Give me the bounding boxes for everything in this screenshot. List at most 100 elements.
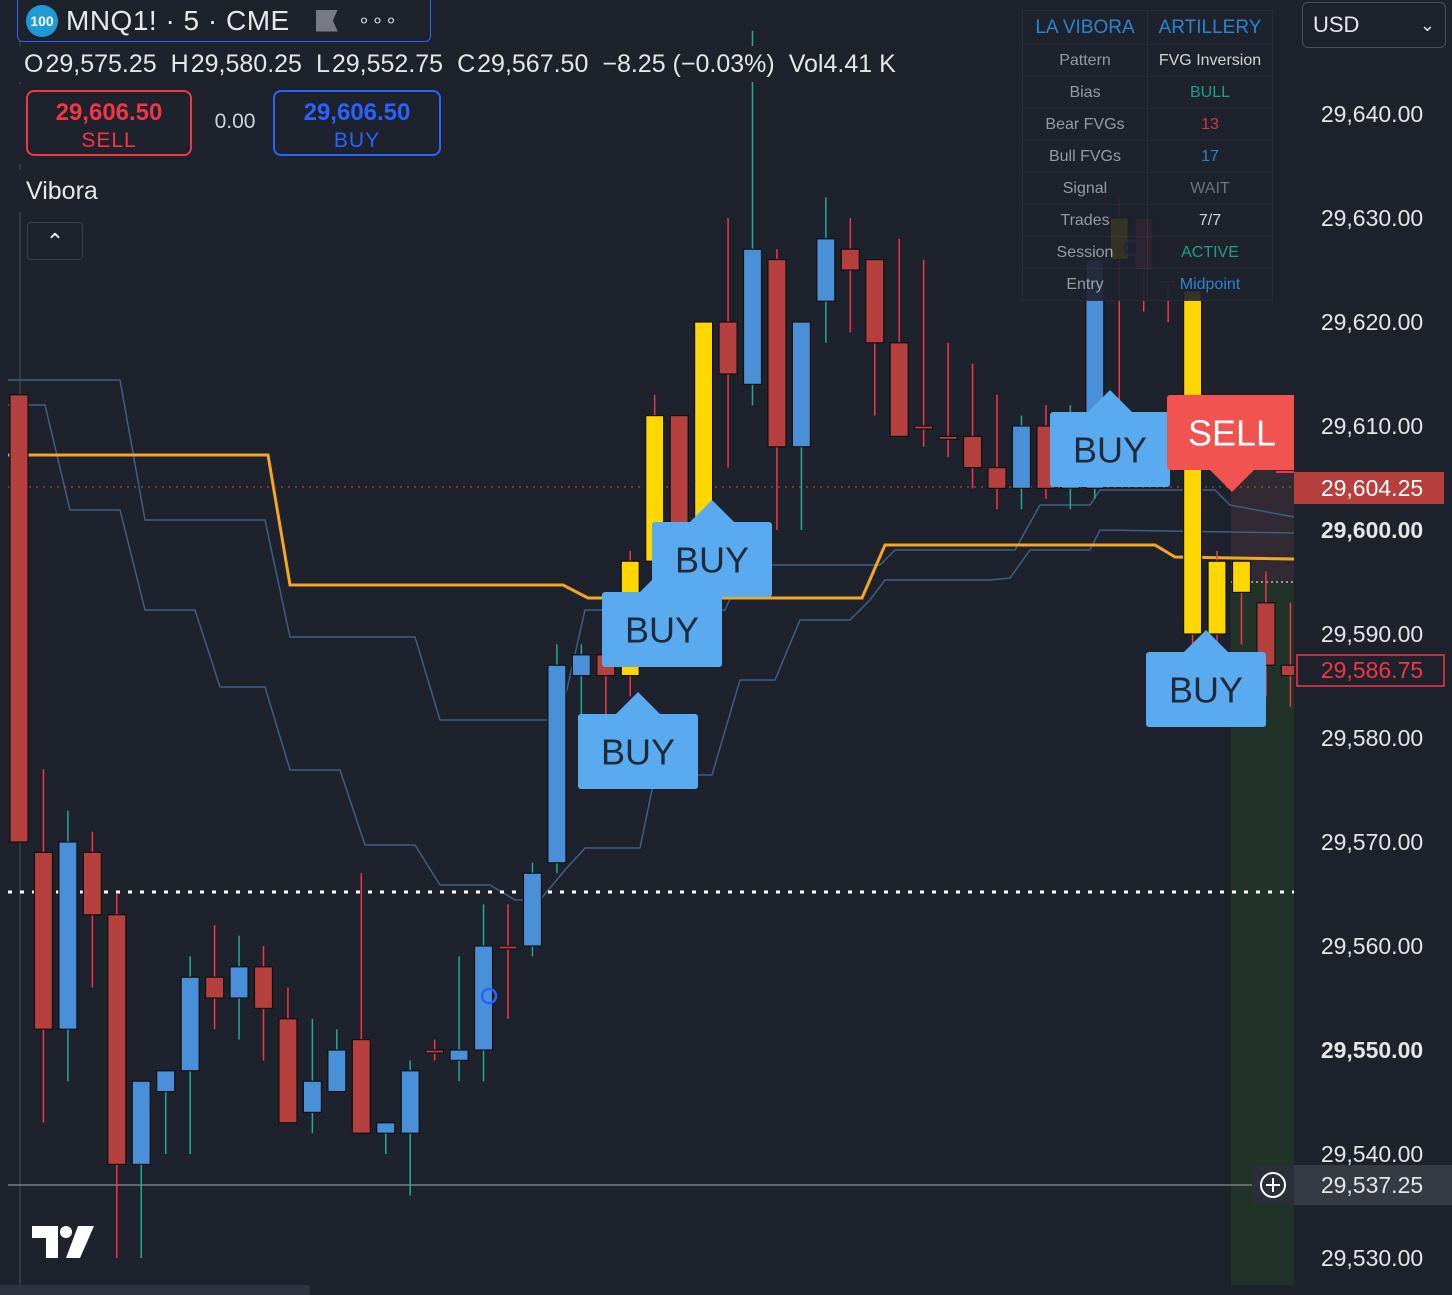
buy-button[interactable]: 29,606.50 BUY <box>273 90 441 156</box>
candle-body <box>9 394 29 843</box>
chevron-up-icon[interactable]: ⌃ <box>27 222 83 260</box>
price-tick-label: 29,560.00 <box>1321 933 1423 959</box>
price-tag-text: 29,604.25 <box>1321 475 1423 501</box>
price-tick-label: 29,540.00 <box>1321 1141 1423 1167</box>
sell-price-tag: 29,604.25 <box>1276 471 1444 504</box>
table-value: ACTIVE <box>1147 236 1273 269</box>
add-alert-icon[interactable] <box>1252 1166 1294 1204</box>
candle-body <box>376 1122 396 1134</box>
table-label: Signal <box>1022 172 1148 205</box>
candle-body <box>400 1070 420 1134</box>
candle-body <box>131 1080 151 1165</box>
indicator-name[interactable]: Vibora <box>18 170 108 212</box>
close-value: 29,567.50 <box>477 49 589 78</box>
candle-body <box>107 914 127 1165</box>
change-value: −8.25 (−0.03%) <box>602 49 775 78</box>
candle-body <box>278 1018 298 1124</box>
table-label: Bias <box>1022 76 1148 109</box>
candle-body <box>327 1049 347 1093</box>
horizontal-scrollbar[interactable] <box>0 1285 310 1295</box>
high-label: H <box>170 49 189 78</box>
currency-value: USD <box>1313 12 1360 37</box>
order-panel: 29,606.50 SELL 0.00 29,606.50 BUY <box>18 84 452 164</box>
volume-value: 4.41 K <box>823 49 896 78</box>
candle-body <box>816 238 836 302</box>
price-tag-text: 29,586.75 <box>1321 657 1423 683</box>
price-tick-label: 29,600.00 <box>1321 517 1423 543</box>
candle-body <box>253 966 274 1009</box>
candle-body <box>962 435 983 469</box>
candle-body <box>425 1049 445 1054</box>
table-value: 7/7 <box>1147 204 1273 237</box>
candle-body <box>718 321 738 375</box>
candle-body <box>791 321 812 448</box>
table-value: WAIT <box>1147 172 1273 205</box>
sell-price: 29,606.50 <box>55 99 163 126</box>
sell-label: SELL <box>81 129 137 152</box>
price-tick-label: 29,550.00 <box>1321 1037 1423 1063</box>
candle-body <box>180 976 200 1072</box>
table-header-cell: ARTILLERY <box>1147 10 1273 45</box>
candle-body <box>840 248 860 271</box>
currency-select[interactable]: USD ⌄ <box>1302 2 1446 48</box>
table-label: Pattern <box>1022 44 1148 77</box>
volume-label: Vol <box>788 49 824 78</box>
table-label: Session <box>1022 236 1148 269</box>
more-options-icon[interactable]: ∘∘∘ <box>358 8 399 33</box>
candle-body <box>693 321 714 531</box>
tradingview-logo <box>32 1226 94 1258</box>
table-value: Midpoint <box>1147 268 1273 301</box>
candle-body <box>742 248 763 385</box>
price-tag-text: 29,537.25 <box>1321 1172 1423 1198</box>
candle-body <box>865 259 885 344</box>
table-label: Trades <box>1022 204 1148 237</box>
open-value: 29,575.25 <box>45 49 157 78</box>
candle-body <box>156 1070 176 1093</box>
price-tick-label: 29,640.00 <box>1321 101 1423 127</box>
candle-body <box>1011 425 1032 490</box>
candle-body <box>205 976 225 999</box>
low-label: L <box>315 49 330 78</box>
signal-text: BUY <box>1169 670 1243 711</box>
table-label: Bear FVGs <box>1022 108 1148 141</box>
table-header-cell: LA VIBORA <box>1022 10 1148 45</box>
candle-body <box>33 851 54 1030</box>
strategy-info-table: LA VIBORA ARTILLERY Pattern FVG Inversion… <box>1022 10 1273 301</box>
flag-icon[interactable] <box>315 9 338 32</box>
symbol-header[interactable]: 100 MNQ1! · 5 · CME ∘∘∘ <box>17 0 431 42</box>
signal-text: BUY <box>625 610 699 651</box>
high-value: 29,580.25 <box>190 49 302 78</box>
candle-body <box>669 415 689 531</box>
open-label: O <box>24 49 44 78</box>
candle-body <box>767 259 787 448</box>
sell-button[interactable]: 29,606.50 SELL <box>26 90 192 156</box>
price-axis-bg <box>1294 0 1452 1295</box>
signal-text: BUY <box>601 732 675 773</box>
candle-body <box>889 342 909 437</box>
table-value: 13 <box>1147 108 1273 141</box>
candle-body <box>351 1038 371 1134</box>
price-tick-label: 29,620.00 <box>1321 309 1423 335</box>
ohlc-legend: O29,575.25 H29,580.25 L29,552.75 C29,567… <box>18 46 906 82</box>
signal-text: SELL <box>1188 413 1276 454</box>
symbol-title[interactable]: MNQ1! · 5 · CME <box>66 5 290 37</box>
signal-text: BUY <box>675 540 749 581</box>
buy-label: BUY <box>333 129 381 152</box>
candle-body <box>1207 560 1227 635</box>
price-tick-label: 29,610.00 <box>1321 413 1423 439</box>
exchange-logo: 100 <box>26 4 58 37</box>
close-label: C <box>457 49 476 78</box>
candle-body <box>938 435 958 440</box>
signal-text: BUY <box>1073 430 1147 471</box>
price-tick-label: 29,630.00 <box>1321 205 1423 231</box>
table-value: 17 <box>1147 140 1273 173</box>
candle-body <box>547 664 567 864</box>
crosshair-price-tag: 29,537.25 <box>1294 1165 1452 1205</box>
table-label: Entry <box>1022 268 1148 301</box>
table-label: Bull FVGs <box>1022 140 1148 173</box>
price-tick-label: 29,530.00 <box>1321 1245 1423 1271</box>
table-value: FVG Inversion <box>1147 44 1273 77</box>
price-tick-label: 29,590.00 <box>1321 621 1423 647</box>
candle-body <box>987 467 1007 490</box>
chevron-down-icon: ⌄ <box>1419 15 1435 35</box>
